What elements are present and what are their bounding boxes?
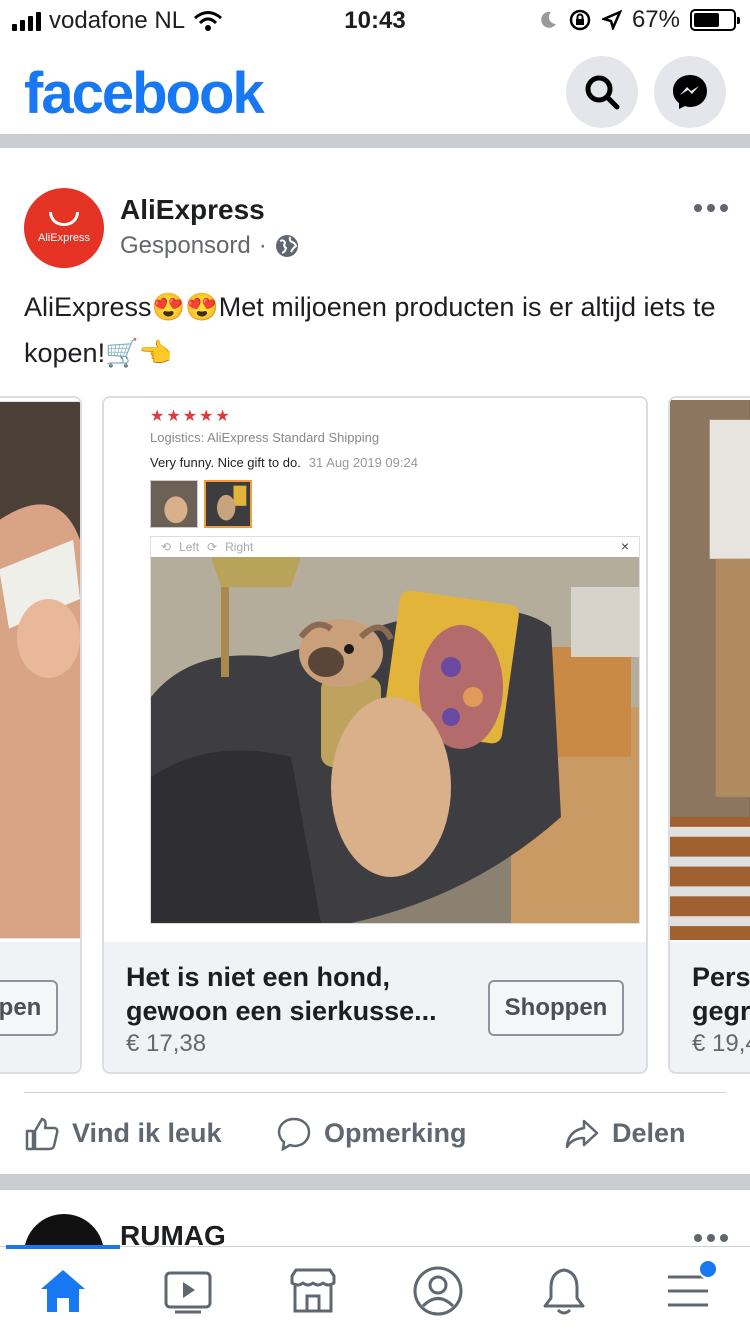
share-label: Delen xyxy=(612,1118,686,1148)
product-carousel[interactable]: Shoppen ★★★★★ Logistics: AliExpress Stan… xyxy=(0,396,750,1074)
app-header: facebook xyxy=(0,42,750,148)
search-button[interactable] xyxy=(566,56,638,128)
viewer-toolbar: ⟲ Left ⟳ Right × xyxy=(151,537,639,557)
post-meta: Gesponsord · xyxy=(120,232,299,260)
review-comment-line: Very funny. Nice gift to do. 31 Aug 2019 … xyxy=(150,455,418,470)
product-title[interactable]: Het is niet een hond, gewoon een sierkus… xyxy=(126,960,466,1028)
post-text: AliExpress😍😍Met miljoenen producten is e… xyxy=(24,292,716,368)
profile-icon xyxy=(413,1266,463,1316)
active-tab-indicator xyxy=(6,1245,120,1249)
feed-separator xyxy=(0,1174,750,1190)
review-comment: Very funny. Nice gift to do. xyxy=(150,455,301,470)
search-icon xyxy=(585,75,620,110)
tab-profile[interactable] xyxy=(408,1263,468,1319)
globe-icon xyxy=(275,235,298,257)
sponsored-label[interactable]: Gesponsord xyxy=(120,232,251,260)
moon-icon xyxy=(541,11,556,28)
product-image: ★★★★★ Logistics: AliExpress Standard Shi… xyxy=(104,398,646,942)
tab-notifications[interactable] xyxy=(534,1263,594,1319)
status-right: 67% xyxy=(538,6,740,34)
card-footer: Shoppen xyxy=(0,942,80,1072)
review-date: 31 Aug 2019 09:24 xyxy=(308,455,418,470)
comment-label: Opmerking xyxy=(324,1118,467,1148)
post-actions: Vind ik leuk Opmerking Delen xyxy=(24,1092,726,1174)
rotation-lock-icon xyxy=(569,9,591,31)
status-bar: vodafone NL 10:43 67% xyxy=(0,0,750,42)
close-icon: × xyxy=(620,538,629,554)
share-icon xyxy=(565,1119,599,1148)
battery-icon xyxy=(690,9,740,31)
shop-button[interactable]: Shoppen xyxy=(0,980,58,1036)
thumbs-up-icon xyxy=(25,1117,59,1150)
page-avatar[interactable]: AliExpress xyxy=(24,188,104,268)
home-icon xyxy=(41,1270,85,1312)
sponsored-post: AliExpress AliExpress Gesponsord · AliEx… xyxy=(0,162,750,1174)
battery-percent: 67% xyxy=(631,6,680,33)
rotate-left-icon: ⟲ xyxy=(161,540,172,554)
tab-watch[interactable] xyxy=(158,1263,218,1319)
rotate-right-icon: ⟳ xyxy=(207,540,218,554)
post-options-button[interactable] xyxy=(694,204,728,212)
marketplace-icon xyxy=(290,1268,336,1313)
shop-button[interactable]: Shoppen xyxy=(488,980,624,1036)
product-image xyxy=(0,401,80,939)
carousel-card-prev[interactable]: Shoppen xyxy=(0,396,82,1074)
notification-badge xyxy=(698,1259,718,1279)
next-post: RUMAG xyxy=(0,1190,750,1250)
product-price: € 19,4 xyxy=(692,1030,750,1057)
rating-stars: ★★★★★ xyxy=(150,408,232,425)
bell-icon xyxy=(543,1268,585,1315)
rotate-right-label: Right xyxy=(225,540,254,554)
carousel-card-next[interactable]: Pers gegr € 19,4 xyxy=(668,396,750,1074)
page-name[interactable]: AliExpress xyxy=(120,194,265,226)
review-thumbnail xyxy=(204,480,252,528)
rotate-left-label: Left xyxy=(179,540,200,554)
review-thumbnail xyxy=(150,480,198,528)
review-screenshot: ★★★★★ Logistics: AliExpress Standard Shi… xyxy=(150,398,640,942)
dog-photo xyxy=(151,557,639,923)
share-button[interactable]: Delen xyxy=(564,1116,686,1152)
meta-separator: · xyxy=(258,232,267,259)
card-footer: Pers gegr € 19,4 xyxy=(670,942,750,1072)
image-viewer: ⟲ Left ⟳ Right × xyxy=(150,536,640,924)
like-button[interactable]: Vind ik leuk xyxy=(24,1116,222,1152)
tab-home[interactable] xyxy=(33,1263,93,1319)
product-image xyxy=(670,399,750,941)
product-price: € 17,38 xyxy=(126,1030,207,1057)
product-title[interactable]: Pers gegr xyxy=(692,960,750,1028)
avatar-logo-text: AliExpress xyxy=(38,232,90,244)
tab-menu[interactable] xyxy=(658,1259,718,1319)
review-thumbnails xyxy=(150,480,252,528)
facebook-logo[interactable]: facebook xyxy=(24,60,265,127)
comment-button[interactable]: Opmerking xyxy=(276,1116,467,1152)
bottom-tab-bar xyxy=(0,1245,750,1334)
review-logistics: Logistics: AliExpress Standard Shipping xyxy=(150,430,380,445)
like-label: Vind ik leuk xyxy=(72,1118,222,1148)
location-icon xyxy=(601,10,622,30)
video-icon xyxy=(164,1271,212,1314)
aliexpress-logo-icon xyxy=(49,212,79,226)
post-options-button[interactable] xyxy=(694,1234,728,1242)
messenger-button[interactable] xyxy=(654,56,726,128)
comment-icon xyxy=(277,1117,311,1151)
messenger-icon xyxy=(673,75,707,109)
tab-marketplace[interactable] xyxy=(283,1263,343,1319)
carousel-card-main[interactable]: ★★★★★ Logistics: AliExpress Standard Shi… xyxy=(102,396,648,1074)
card-footer: Het is niet een hond, gewoon een sierkus… xyxy=(104,942,646,1072)
